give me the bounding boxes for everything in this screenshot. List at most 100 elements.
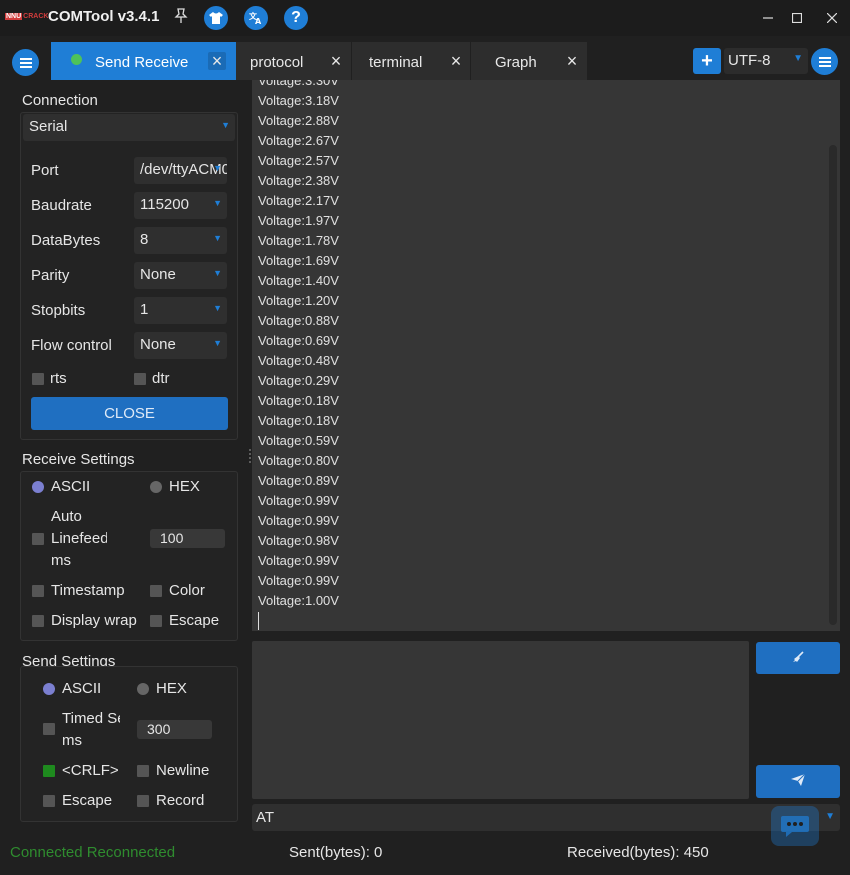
connection-status: Connected Reconnected: [10, 844, 176, 861]
receive-escape-checkbox[interactable]: [150, 615, 162, 627]
logo-part2: CRACK: [23, 13, 49, 20]
flow-control-value: None: [140, 336, 176, 353]
record-label: Record: [156, 792, 205, 809]
encoding-value: UTF-8: [728, 52, 771, 69]
databytes-select[interactable]: 8 ▼: [134, 227, 227, 254]
connection-type-select[interactable]: Serial ▼: [23, 114, 235, 141]
databytes-value: 8: [140, 231, 149, 248]
receive-line: Voltage:2.38V: [258, 173, 339, 188]
newline-checkbox[interactable]: [137, 765, 149, 777]
tab-close-icon[interactable]: ×: [447, 51, 465, 71]
timed-send-ms-input[interactable]: 300: [137, 720, 212, 739]
help-icon[interactable]: ?: [284, 6, 308, 30]
tab-protocol[interactable]: protocol ×: [236, 42, 351, 80]
receive-escape-label: Escape: [169, 612, 220, 629]
pin-icon[interactable]: [174, 8, 188, 27]
receive-line: Voltage:1.69V: [258, 253, 339, 268]
receive-line: Voltage:3.30V: [258, 80, 339, 88]
timed-send-checkbox[interactable]: [43, 723, 55, 735]
auto-linefeed-checkbox[interactable]: [32, 533, 44, 545]
tab-close-icon[interactable]: ×: [208, 51, 226, 71]
record-checkbox[interactable]: [137, 795, 149, 807]
send-escape-checkbox[interactable]: [43, 795, 55, 807]
add-tab-button[interactable]: +: [693, 48, 721, 74]
send-ascii-radio[interactable]: [43, 683, 55, 695]
rts-checkbox[interactable]: [32, 373, 44, 385]
close-port-button[interactable]: CLOSE: [31, 397, 228, 430]
app-logo: NNU CRACK: [5, 12, 48, 22]
receive-line: Voltage:1.78V: [258, 233, 339, 248]
receive-line: Voltage:0.99V: [258, 513, 339, 528]
parity-select[interactable]: None ▼: [134, 262, 227, 289]
receive-line: Voltage:1.97V: [258, 213, 339, 228]
send-escape-label: Escape: [62, 792, 113, 809]
parity-label: Parity: [31, 267, 70, 284]
menu-right-button[interactable]: [811, 48, 838, 75]
flow-control-select[interactable]: None ▼: [134, 332, 227, 359]
receive-line: Voltage:0.99V: [258, 553, 339, 568]
parity-value: None: [140, 266, 176, 283]
send-history-select[interactable]: AT ▼: [252, 804, 840, 831]
stopbits-value: 1: [140, 301, 149, 318]
chevron-down-icon: ▼: [825, 811, 835, 822]
dtr-checkbox[interactable]: [134, 373, 146, 385]
connection-type-value: Serial: [29, 118, 68, 135]
auto-linefeed-label-3: ms: [51, 552, 71, 569]
minimize-icon[interactable]: [756, 6, 780, 30]
receive-line: Voltage:0.18V: [258, 393, 339, 408]
databytes-label: DataBytes: [31, 232, 101, 249]
timestamp-checkbox[interactable]: [32, 585, 44, 597]
send-hex-radio[interactable]: [137, 683, 149, 695]
port-label: Port: [31, 162, 59, 179]
connection-title: Connection: [22, 92, 98, 109]
tab-label: protocol: [250, 54, 304, 71]
chevron-down-icon: ▼: [213, 198, 222, 208]
receive-line: Voltage:0.80V: [258, 453, 339, 468]
display-wrap-checkbox[interactable]: [32, 615, 44, 627]
tab-terminal[interactable]: terminal ×: [352, 42, 470, 80]
shirt-icon[interactable]: [204, 6, 228, 30]
auto-linefeed-label-2: Linefeed: [51, 530, 107, 547]
crlf-checkbox[interactable]: [43, 765, 55, 777]
receive-line: Voltage:0.48V: [258, 353, 339, 368]
auto-linefeed-ms-input[interactable]: 100: [150, 529, 225, 548]
receive-scrollbar[interactable]: [829, 145, 837, 625]
receive-line: Voltage:1.00V: [258, 593, 339, 608]
color-checkbox[interactable]: [150, 585, 162, 597]
tab-close-icon[interactable]: ×: [327, 51, 345, 71]
chevron-down-icon: ▼: [213, 303, 222, 313]
send-hex-label: HEX: [156, 680, 187, 697]
horizontal-splitter-top[interactable]: [538, 632, 558, 643]
receive-hex-radio[interactable]: [150, 481, 162, 493]
rts-label: rts: [50, 370, 67, 387]
receive-text-area[interactable]: Voltage:3.30V Voltage:3.18V Voltage:2.88V V…: [252, 80, 840, 631]
translate-icon[interactable]: 文A: [244, 6, 268, 30]
paper-plane-icon: [790, 773, 806, 791]
menu-left-button[interactable]: [12, 49, 39, 76]
app-title: COMTool v3.4.1: [48, 8, 160, 25]
receive-line: Voltage:3.18V: [258, 93, 339, 108]
chevron-down-icon: ▼: [213, 268, 222, 278]
tab-close-icon[interactable]: ×: [563, 51, 581, 71]
receive-line: Voltage:2.17V: [258, 193, 339, 208]
chevron-down-icon: ▼: [793, 53, 803, 64]
send-text-area[interactable]: [252, 641, 749, 799]
clear-button[interactable]: [756, 642, 840, 674]
send-button[interactable]: [756, 765, 840, 798]
baudrate-select[interactable]: 115200 ▼: [134, 192, 227, 219]
close-icon[interactable]: [820, 6, 844, 30]
timed-send-label-1: Timed Send: [62, 710, 120, 727]
maximize-icon[interactable]: [785, 6, 809, 30]
tab-graph[interactable]: Graph ×: [471, 42, 587, 80]
chevron-down-icon: ▼: [213, 163, 222, 173]
stopbits-select[interactable]: 1 ▼: [134, 297, 227, 324]
port-select[interactable]: /dev/ttyACM0 ▼: [134, 157, 227, 184]
receive-settings-title: Receive Settings: [22, 451, 135, 468]
svg-text:A: A: [255, 17, 262, 25]
encoding-select[interactable]: UTF-8 ▼: [724, 48, 808, 74]
chat-icon[interactable]: [771, 806, 819, 846]
receive-ascii-radio[interactable]: [32, 481, 44, 493]
receive-line: Voltage:0.29V: [258, 373, 339, 388]
baudrate-value: 115200: [140, 196, 189, 213]
tab-send-receive[interactable]: Send Receive ×: [51, 42, 236, 80]
